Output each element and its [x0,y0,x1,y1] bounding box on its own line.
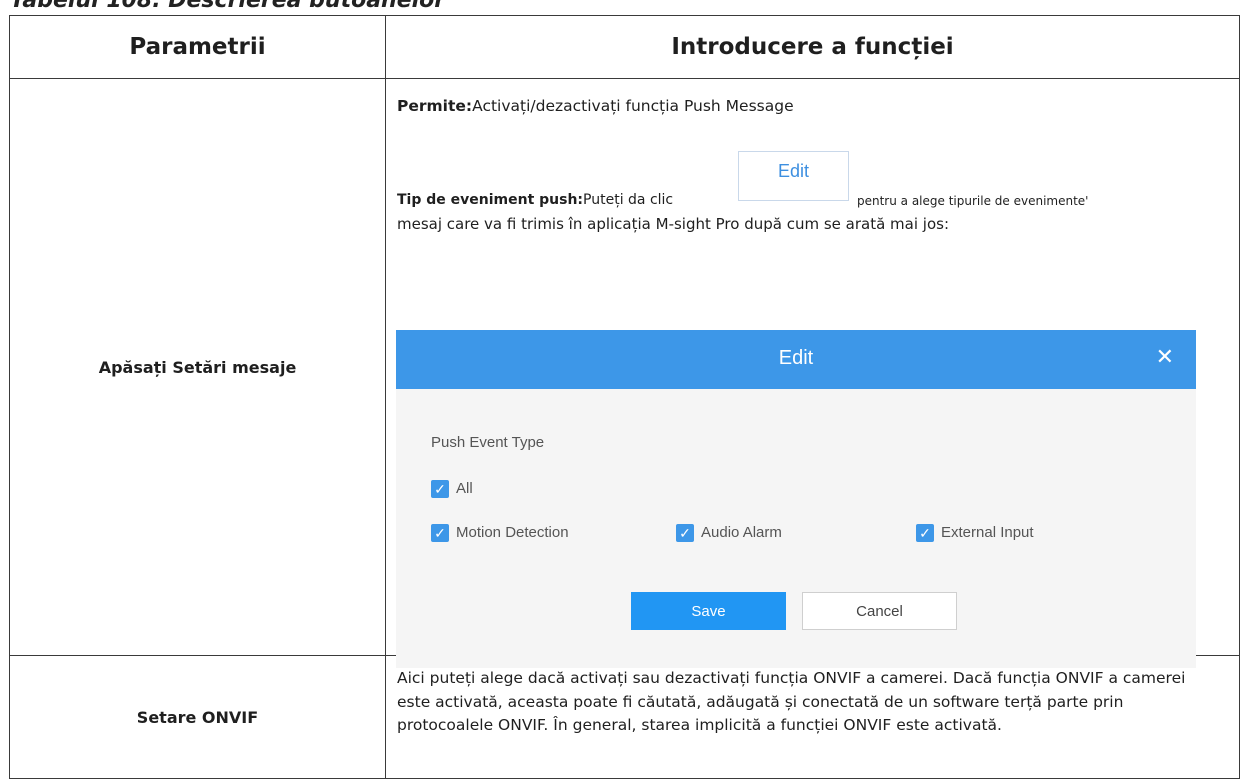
parameter-table: Parametrii Introducere a funcției Apăsaț… [9,15,1240,779]
header-function-intro: Introducere a funcției [385,15,1240,79]
checkbox-external-input[interactable]: ✓ External Input [916,521,1034,544]
table-caption: Tabelul 108. Descrierea butoanelor [10,0,446,13]
close-icon[interactable]: ✕ [1156,345,1174,368]
push-event-type-label: Push Event Type [431,434,545,451]
push-text-after: pentru a alege tipurile de evenimente' [857,194,1089,208]
param-onvif-setting: Setare ONVIF [9,655,386,779]
enable-text: Activați/dezactivați funcția Push Messag… [472,97,794,115]
edit-dialog-screenshot: Edit ✕ Push Event Type ✓ All ✓ Motion Dete… [396,330,1196,668]
checkbox-label: All [456,480,473,497]
push-type-line-2: mesaj care va fi trimis în aplicația M-s… [397,215,950,233]
cancel-button[interactable]: Cancel [802,592,957,630]
table-header-row: Parametrii Introducere a funcției [9,15,1240,79]
edit-button-image: Edit [738,151,849,201]
dialog-title: Edit [778,347,814,369]
dialog-header: Edit ✕ [396,330,1196,389]
checkbox-checked-icon: ✓ [676,523,694,542]
checkbox-checked-icon: ✓ [916,523,934,542]
description-cell: Permite:Activați/dezactivați funcția Pus… [385,78,1240,668]
checkbox-all[interactable]: ✓ All [431,477,473,500]
description-cell: Aici puteți alege dacă activați sau deza… [385,655,1240,779]
checkbox-label: Audio Alarm [701,524,782,541]
save-button[interactable]: Save [631,592,786,630]
checkbox-checked-icon: ✓ [431,523,449,542]
header-parameters: Parametrii [9,15,386,79]
checkbox-motion-detection[interactable]: ✓ Motion Detection [431,521,569,544]
push-text: Puteți da clic [583,192,674,208]
checkbox-audio-alarm[interactable]: ✓ Audio Alarm [676,521,782,544]
onvif-description: Aici puteți alege dacă activați sau deza… [397,669,1186,734]
checkbox-label: Motion Detection [456,524,569,541]
table-row: Setare ONVIF Aici puteți alege dacă acti… [9,655,1240,779]
param-push-message-settings: Apăsați Setări mesaje [9,78,386,656]
enable-label: Permite: [397,97,473,115]
checkbox-checked-icon: ✓ [431,479,449,498]
enable-line: Permite:Activați/dezactivați funcția Pus… [397,95,794,118]
table-row: Apăsați Setări mesaje Permite:Activați/d… [9,78,1240,668]
checkbox-label: External Input [941,524,1034,541]
push-label: Tip de eveniment push: [397,192,584,208]
push-type-line: Tip de eveniment push:Puteți da clic pent… [397,189,1088,212]
